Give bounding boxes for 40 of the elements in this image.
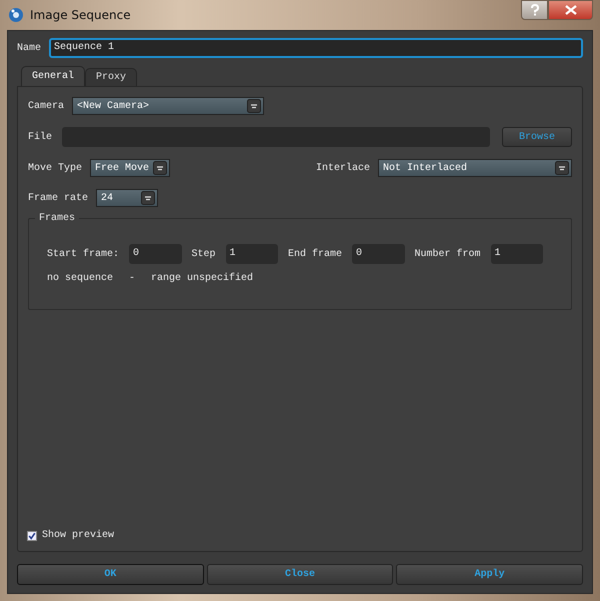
close-button[interactable] bbox=[548, 0, 593, 20]
number-field[interactable]: 0 bbox=[352, 244, 404, 264]
frame-rate-label: Frame rate bbox=[28, 192, 90, 204]
name-field[interactable]: Sequence 1 bbox=[49, 38, 583, 58]
close-icon bbox=[564, 5, 576, 15]
interlace-label: Interlace bbox=[316, 162, 372, 174]
help-button[interactable] bbox=[521, 0, 548, 20]
dialog-button[interactable]: Apply bbox=[396, 564, 584, 585]
file-label: File bbox=[28, 132, 54, 142]
number-field[interactable]: 0 bbox=[129, 244, 182, 264]
dropdown-icon bbox=[141, 191, 155, 205]
app-icon bbox=[8, 7, 24, 23]
status-text: range unspecified bbox=[151, 273, 254, 284]
move-type-label: Move Type bbox=[28, 162, 84, 174]
move-type-dropdown[interactable]: Free Move bbox=[90, 159, 170, 177]
dropdown-icon bbox=[247, 99, 261, 113]
frame-field-label: Start frame: bbox=[47, 248, 120, 260]
tab[interactable]: Proxy bbox=[85, 68, 138, 86]
tab[interactable]: General bbox=[21, 66, 86, 86]
frame-field-label: Number from bbox=[414, 248, 481, 260]
checkbox[interactable] bbox=[27, 530, 37, 540]
name-label: Name bbox=[17, 42, 42, 54]
dropdown-icon bbox=[555, 161, 569, 175]
dialog-button[interactable]: OK bbox=[17, 564, 204, 585]
frame-field-label: Step bbox=[192, 248, 216, 260]
number-field[interactable]: 1 bbox=[226, 244, 278, 264]
number-field[interactable]: 1 bbox=[490, 244, 543, 264]
dropdown-icon bbox=[153, 161, 167, 175]
frame-rate-dropdown[interactable]: 24 bbox=[96, 189, 158, 207]
show-preview-label: Show preview bbox=[42, 530, 114, 541]
window-title: Image Sequence bbox=[30, 8, 131, 22]
dialog-button[interactable]: Close bbox=[206, 564, 394, 585]
help-icon bbox=[530, 4, 540, 16]
status-text: - bbox=[129, 273, 136, 284]
frame-field-label: End frame bbox=[288, 248, 342, 260]
status-text: no sequence bbox=[47, 273, 114, 284]
interlace-dropdown[interactable]: Not Interlaced bbox=[378, 159, 572, 177]
camera-label: Camera bbox=[28, 100, 66, 112]
browse-button[interactable]: Browse bbox=[502, 127, 572, 147]
camera-dropdown[interactable]: <New Camera> bbox=[72, 97, 264, 115]
